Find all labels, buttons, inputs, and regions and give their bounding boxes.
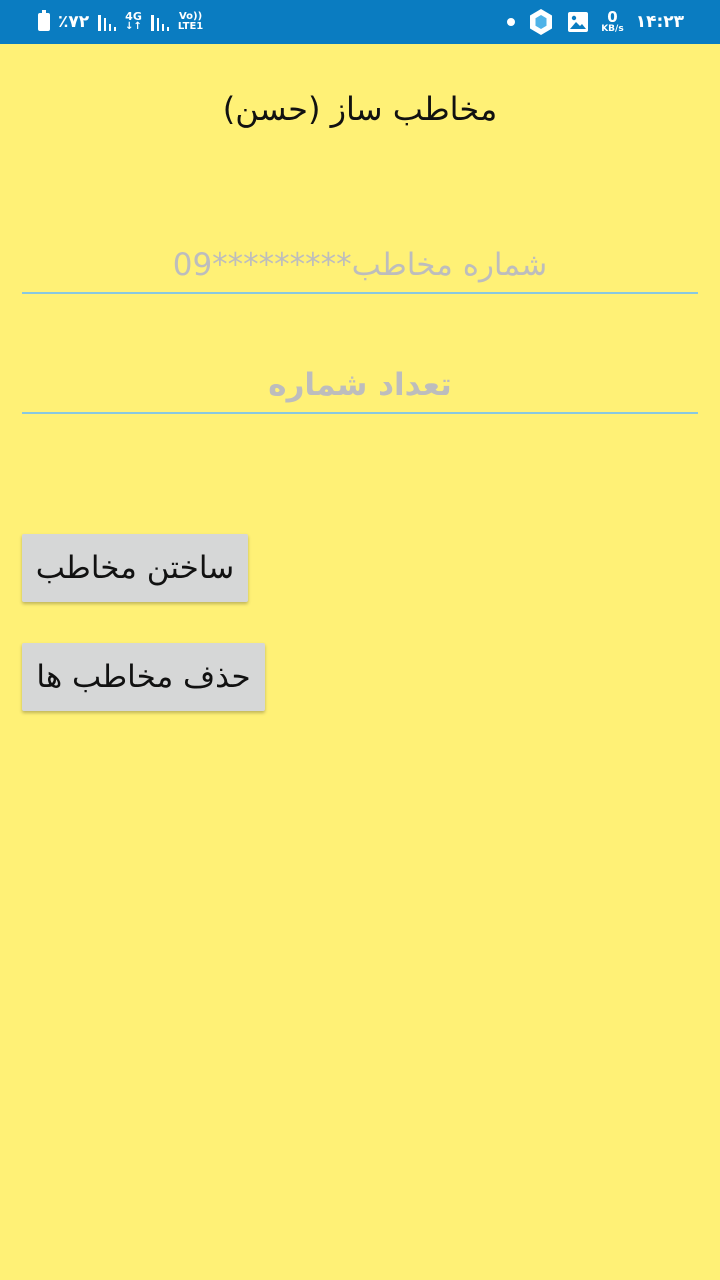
create-contacts-button[interactable]: ساختن مخاطب [22,534,248,602]
status-left: ٪۷۲ 4G ↓↑ Vo)) LTE1 [38,0,203,44]
status-right: 0 KB/s ۱۴:۲۳ [507,0,684,44]
data-arrows-icon: ↓↑ [125,21,142,32]
hexagon-app-icon [530,9,553,35]
lte-label: LTE1 [177,21,204,32]
network-type-icon: 4G ↓↑ [125,11,142,32]
count-input[interactable] [22,358,698,414]
notification-dot-icon [507,18,516,26]
volte-icon: Vo)) LTE1 [178,12,203,32]
data-speed: 0 KB/s [601,8,624,35]
data-speed-value: 0 [607,8,618,26]
page-title: مخاطب ساز (حسن) [222,90,498,128]
data-speed-unit: KB/s [601,24,624,34]
clock: ۱۴:۲۳ [635,12,684,32]
phone-number-input[interactable] [22,238,698,294]
signal-icon-2 [150,15,169,31]
delete-contacts-button[interactable]: حذف مخاطب ها [22,643,265,711]
gallery-icon [568,12,589,32]
status-bar: ٪۷۲ 4G ↓↑ Vo)) LTE1 0 KB/s ۱۴:۲۳ [0,0,720,44]
battery-icon [38,10,50,31]
signal-icon [98,15,117,31]
battery-percent: ٪۷۲ [58,12,90,32]
